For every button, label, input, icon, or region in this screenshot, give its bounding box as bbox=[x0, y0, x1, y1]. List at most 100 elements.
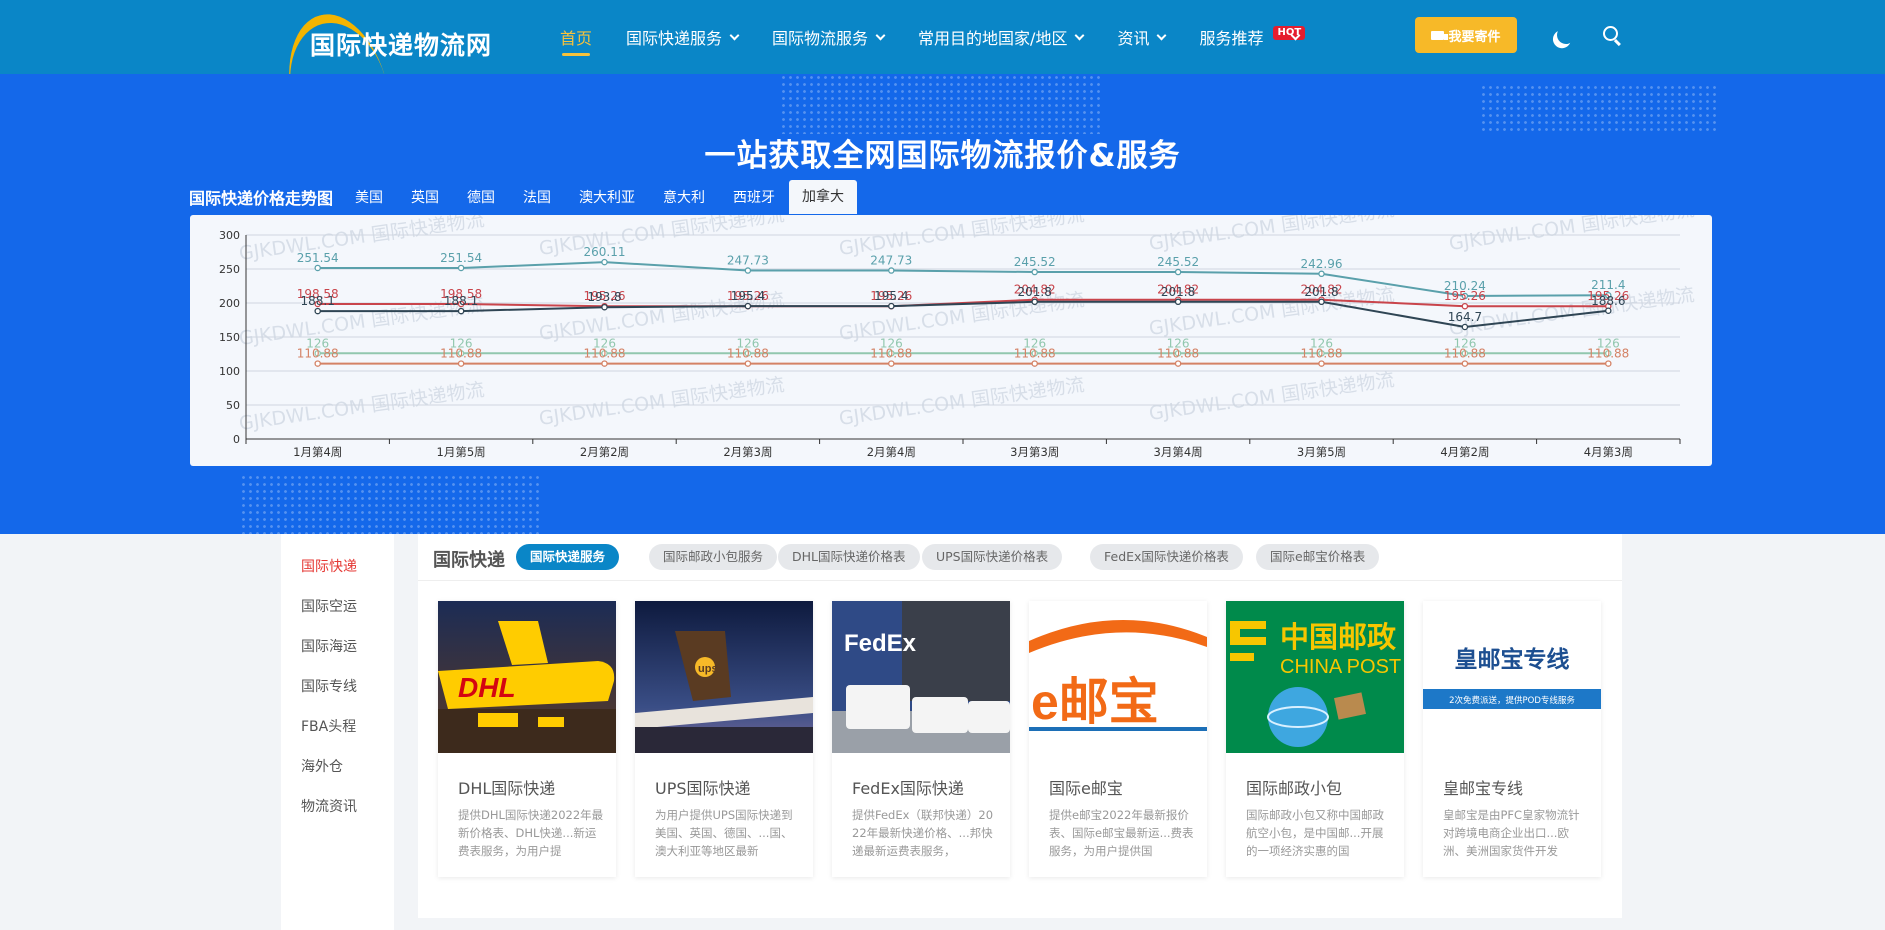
nav-express-services[interactable]: 国际快递服务 bbox=[626, 0, 740, 74]
x-tick-label: 2月第2周 bbox=[580, 445, 629, 459]
y-tick-label: 0 bbox=[233, 433, 240, 446]
data-point bbox=[744, 360, 752, 367]
world-map-dots bbox=[780, 74, 1100, 134]
site-logo[interactable]: 国际快递物流网 bbox=[273, 3, 492, 105]
y-tick-label: 150 bbox=[219, 331, 240, 344]
pill-dhl-prices[interactable]: DHL国际快递价格表 bbox=[778, 544, 920, 570]
china-post-image: 中国邮政 CHINA POST bbox=[1226, 601, 1404, 753]
data-label: 251.54 bbox=[297, 251, 339, 265]
data-point bbox=[888, 267, 895, 274]
sidebar-item-express[interactable]: 国际快递 bbox=[301, 556, 357, 576]
card-description: 国际邮政小包又称中国邮政航空小包，是中国邮...开展的一项经济实惠的国 bbox=[1246, 808, 1384, 858]
pill-ups-prices[interactable]: UPS国际快递价格表 bbox=[922, 544, 1063, 570]
panel-header: 国际快递 国际快递服务 国际邮政小包服务 DHL国际快递价格表 UPS国际快递价… bbox=[418, 534, 1622, 581]
dark-mode-icon[interactable] bbox=[1555, 24, 1577, 46]
tab-canada[interactable]: 加拿大 bbox=[789, 180, 858, 214]
data-point bbox=[1174, 298, 1182, 306]
data-label: 110.88 bbox=[297, 347, 339, 361]
search-icon[interactable] bbox=[1603, 26, 1618, 41]
nav-logistics-services-label: 国际物流服务 bbox=[772, 29, 869, 48]
world-map-dots bbox=[1480, 84, 1720, 134]
y-tick-label: 100 bbox=[219, 365, 240, 378]
eub-logo-text: e邮宝 bbox=[1031, 674, 1159, 730]
card-description: 皇邮宝是由PFC皇家物流针对跨境电商企业出口...欧洲、美洲国家货件开发 bbox=[1443, 808, 1580, 858]
sidebar-item-overseas-warehouse[interactable]: 海外仓 bbox=[301, 756, 343, 776]
tab-france[interactable]: 法国 bbox=[523, 187, 551, 207]
data-label: 251.54 bbox=[440, 251, 482, 265]
tab-uk[interactable]: 英国 bbox=[411, 187, 439, 207]
data-label: 195.4 bbox=[874, 289, 908, 303]
hot-badge: HOT bbox=[1273, 26, 1306, 40]
data-label: 201.8 bbox=[1161, 285, 1195, 299]
tab-germany[interactable]: 德国 bbox=[467, 187, 495, 207]
data-label: 242.96 bbox=[1301, 257, 1343, 271]
truck-icon bbox=[1431, 30, 1449, 40]
card-eub[interactable]: e邮宝 国际e邮宝 提供e邮宝2022年最新报价表、国际e邮宝最新运...费表服… bbox=[1029, 601, 1207, 877]
pill-eub-prices[interactable]: 国际e邮宝价格表 bbox=[1256, 544, 1380, 570]
data-label: 247.73 bbox=[870, 254, 912, 268]
x-tick-label: 2月第4周 bbox=[867, 445, 916, 459]
card-china-post[interactable]: 中国邮政 CHINA POST 国际邮政小包 国际邮政小包又称中国邮政航空小包，… bbox=[1226, 601, 1404, 877]
ship-button[interactable]: 我要寄件 bbox=[1415, 17, 1517, 53]
fedex-image: FedEx bbox=[832, 601, 1010, 753]
hero-banner: 一站获取全网国际物流报价&服务 国际快递价格走势图 美国 英国 德国 法国 澳大… bbox=[0, 74, 1885, 534]
data-point bbox=[314, 360, 321, 367]
x-tick-label: 2月第3周 bbox=[723, 445, 772, 459]
card-title: FedEx国际快递 bbox=[852, 779, 964, 798]
card-description: 提供DHL国际快递2022年最新价格表、DHL快递...新运费表服务，为用户提 bbox=[458, 808, 604, 858]
sidebar-item-logistics-news[interactable]: 物流资讯 bbox=[301, 796, 357, 816]
watermark-text: GJKDWL.COM 国际快递物流 bbox=[538, 374, 786, 430]
pill-fedex-prices[interactable]: FedEx国际快递价格表 bbox=[1090, 544, 1243, 570]
card-royal-mail-line[interactable]: 皇邮宝专线 2次免费派送，提供POD专线服务 皇邮宝专线 皇邮宝是由PFC皇家物… bbox=[1423, 601, 1601, 877]
sidebar-item-fba[interactable]: FBA头程 bbox=[301, 716, 356, 736]
top-header: 国际快递物流网 首页 国际快递服务 国际物流服务 常用目的地国家/地区 资讯 服… bbox=[0, 0, 1885, 105]
dhl-plane-image: DHL bbox=[438, 601, 616, 753]
data-point bbox=[314, 264, 321, 272]
card-title: 国际邮政小包 bbox=[1246, 779, 1343, 798]
nav-home-label: 首页 bbox=[560, 29, 593, 48]
china-post-en-text: CHINA POST bbox=[1280, 656, 1401, 678]
data-label: 110.88 bbox=[727, 347, 769, 361]
data-point bbox=[1031, 268, 1038, 276]
nav-home[interactable]: 首页 bbox=[560, 0, 592, 74]
y-tick-label: 50 bbox=[226, 399, 240, 412]
data-point bbox=[457, 360, 465, 367]
sidebar-item-sea[interactable]: 国际海运 bbox=[301, 636, 357, 656]
data-point bbox=[457, 307, 465, 315]
fedex-vans-image: FedEx bbox=[832, 601, 1010, 753]
data-label: 193.8 bbox=[587, 290, 621, 304]
card-fedex[interactable]: FedEx FedEx国际快递 提供FedEx（联邦快递）2022年最新快递价格… bbox=[832, 601, 1010, 877]
pill-express-services[interactable]: 国际快递服务 bbox=[516, 544, 620, 570]
nav-recommended[interactable]: 服务推荐 HOT bbox=[1199, 0, 1306, 74]
data-point bbox=[1605, 360, 1612, 367]
fedex-logo-text: FedEx bbox=[844, 630, 917, 657]
nav-news[interactable]: 资讯 bbox=[1117, 0, 1167, 74]
nav-destinations[interactable]: 常用目的地国家/地区 bbox=[918, 0, 1085, 74]
tab-spain[interactable]: 西班牙 bbox=[733, 187, 775, 207]
card-description: 提供e邮宝2022年最新报价表、国际e邮宝最新运...费表服务，为用户提供国 bbox=[1049, 808, 1194, 858]
pill-postal-packet[interactable]: 国际邮政小包服务 bbox=[649, 544, 778, 570]
sidebar-item-air[interactable]: 国际空运 bbox=[301, 596, 357, 616]
logo-text: 国际快递物流网 bbox=[310, 31, 493, 60]
sidebar-item-dedicated-line[interactable]: 国际专线 bbox=[301, 676, 357, 696]
card-ups[interactable]: ups UPS国际快递 为用户提供UPS国际快递到美国、英国、德国、...国、澳… bbox=[635, 601, 813, 877]
tab-italy[interactable]: 意大利 bbox=[663, 187, 705, 207]
x-tick-label: 4月第2周 bbox=[1440, 445, 1489, 459]
tab-australia[interactable]: 澳大利亚 bbox=[579, 187, 635, 207]
data-point bbox=[1461, 302, 1469, 310]
royal-mail-line-logo-image: 皇邮宝专线 2次免费派送，提供POD专线服务 bbox=[1423, 601, 1601, 753]
price-trend-chart: GJKDWL.COM 国际快递物流 GJKDWL.COM 国际快递物流 GJKDWL… bbox=[190, 215, 1712, 466]
series-line bbox=[317, 261, 1609, 298]
data-point bbox=[601, 258, 608, 266]
data-label: 201.8 bbox=[1304, 285, 1338, 299]
china-post-logo-image: 中国邮政 CHINA POST bbox=[1226, 601, 1404, 753]
nav-logistics-services[interactable]: 国际物流服务 bbox=[772, 0, 886, 74]
data-point bbox=[744, 267, 752, 274]
card-title: 皇邮宝专线 bbox=[1443, 779, 1524, 798]
x-tick-label: 3月第5周 bbox=[1297, 445, 1346, 459]
tab-usa[interactable]: 美国 bbox=[355, 187, 383, 207]
data-label: 247.73 bbox=[727, 254, 769, 268]
trend-label: 国际快递价格走势图 bbox=[189, 189, 334, 208]
data-point bbox=[1461, 323, 1469, 331]
card-dhl[interactable]: DHL DHL国际快递 提供DHL国际快递2022年最新价格表、DHL快递...… bbox=[438, 601, 616, 877]
